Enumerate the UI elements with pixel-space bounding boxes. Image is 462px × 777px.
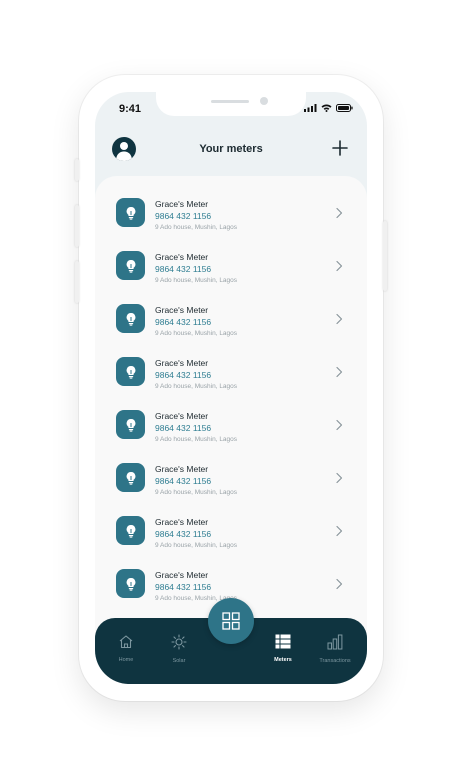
nav-meters-label: Meters [274, 657, 292, 663]
signal-icon [304, 104, 317, 112]
status-time: 9:41 [119, 103, 142, 115]
bulb-icon [126, 577, 135, 591]
bulb-icon [126, 312, 135, 326]
meter-number: 9864 432 1156 [155, 317, 212, 327]
meter-number: 9864 432 1156 [155, 423, 212, 433]
screen: 9:41 Your meters Grace's Meter 9864 432 … [95, 92, 367, 684]
meter-name: Grace's Meter [155, 305, 209, 315]
meter-address: 9 Ado house, Mushin, Lagos [155, 489, 238, 496]
home-icon [119, 635, 133, 649]
nav-meters[interactable]: Meters [258, 634, 308, 663]
chevron-right-icon [336, 260, 343, 272]
volume-up-button [75, 205, 79, 247]
meter-address: 9 Ado house, Mushin, Lagos [155, 542, 238, 549]
meter-avatar [116, 251, 145, 280]
bulb-icon [126, 524, 135, 538]
meter-number: 9864 432 1156 [155, 211, 212, 221]
meter-row[interactable]: Grace's Meter 9864 432 1156 9 Ado house, M… [95, 304, 367, 357]
meter-row[interactable]: Grace's Meter 9864 432 1156 9 Ado house, M… [95, 251, 367, 304]
meter-address: 9 Ado house, Mushin, Lagos [155, 436, 238, 443]
chevron-right-icon [336, 207, 343, 219]
speaker [211, 100, 249, 103]
meter-avatar [116, 304, 145, 333]
sun-icon [171, 634, 187, 650]
wifi-icon [321, 104, 332, 112]
page-title: Your meters [199, 143, 263, 155]
meter-number: 9864 432 1156 [155, 529, 212, 539]
header: Your meters [95, 137, 367, 177]
notch [156, 92, 306, 116]
bulb-icon [126, 259, 135, 273]
add-meter-icon[interactable] [331, 139, 349, 157]
meter-name: Grace's Meter [155, 570, 209, 580]
center-action-button[interactable] [208, 598, 254, 644]
meter-number: 9864 432 1156 [155, 370, 212, 380]
meter-name: Grace's Meter [155, 199, 209, 209]
status-icons [304, 104, 353, 112]
nav-transactions-label: Transactions [319, 658, 351, 664]
bulb-icon [126, 206, 135, 220]
chevron-right-icon [336, 472, 343, 484]
meter-row[interactable]: Grace's Meter 9864 432 1156 9 Ado house, M… [95, 410, 367, 463]
list-icon [275, 634, 291, 649]
chevron-right-icon [336, 525, 343, 537]
battery-icon [336, 104, 353, 112]
meter-number: 9864 432 1156 [155, 264, 212, 274]
meter-address: 9 Ado house, Mushin, Lagos [155, 277, 238, 284]
meter-row[interactable]: Grace's Meter 9864 432 1156 9 Ado house, M… [95, 463, 367, 516]
mute-switch [75, 159, 79, 181]
meter-name: Grace's Meter [155, 252, 209, 262]
meter-avatar [116, 357, 145, 386]
power-button [383, 221, 387, 291]
meter-number: 9864 432 1156 [155, 476, 212, 486]
nav-home-label: Home [118, 657, 134, 663]
meter-address: 9 Ado house, Mushin, Lagos [155, 224, 238, 231]
phone-frame: 9:41 Your meters Grace's Meter 9864 432 … [75, 75, 387, 701]
bulb-icon [126, 418, 135, 432]
meter-row[interactable]: Grace's Meter 9864 432 1156 9 Ado house, M… [95, 198, 367, 251]
nav-solar[interactable]: Solar [154, 634, 204, 664]
volume-down-button [75, 261, 79, 303]
chevron-right-icon [336, 313, 343, 325]
meter-avatar [116, 569, 145, 598]
meter-row[interactable]: Grace's Meter 9864 432 1156 9 Ado house, M… [95, 357, 367, 410]
bar-chart-icon [327, 634, 343, 650]
chevron-right-icon [336, 366, 343, 378]
meter-address: 9 Ado house, Mushin, Lagos [155, 330, 238, 337]
nav-home[interactable]: Home [101, 634, 151, 663]
nav-solar-label: Solar [172, 658, 186, 664]
meter-avatar [116, 410, 145, 439]
meter-name: Grace's Meter [155, 464, 209, 474]
chevron-right-icon [336, 578, 343, 590]
chevron-right-icon [336, 419, 343, 431]
meter-avatar [116, 516, 145, 545]
meter-address: 9 Ado house, Mushin, Lagos [155, 383, 238, 390]
meter-avatar [116, 198, 145, 227]
meter-name: Grace's Meter [155, 411, 209, 421]
bulb-icon [126, 365, 135, 379]
front-camera [260, 97, 268, 105]
meter-number: 9864 432 1156 [155, 582, 212, 592]
meter-name: Grace's Meter [155, 517, 209, 527]
meter-name: Grace's Meter [155, 358, 209, 368]
bulb-icon [126, 471, 135, 485]
meter-avatar [116, 463, 145, 492]
nav-transactions[interactable]: Transactions [310, 634, 360, 664]
meter-row[interactable]: Grace's Meter 9864 432 1156 9 Ado house, M… [95, 516, 367, 569]
grid-icon [222, 612, 240, 630]
